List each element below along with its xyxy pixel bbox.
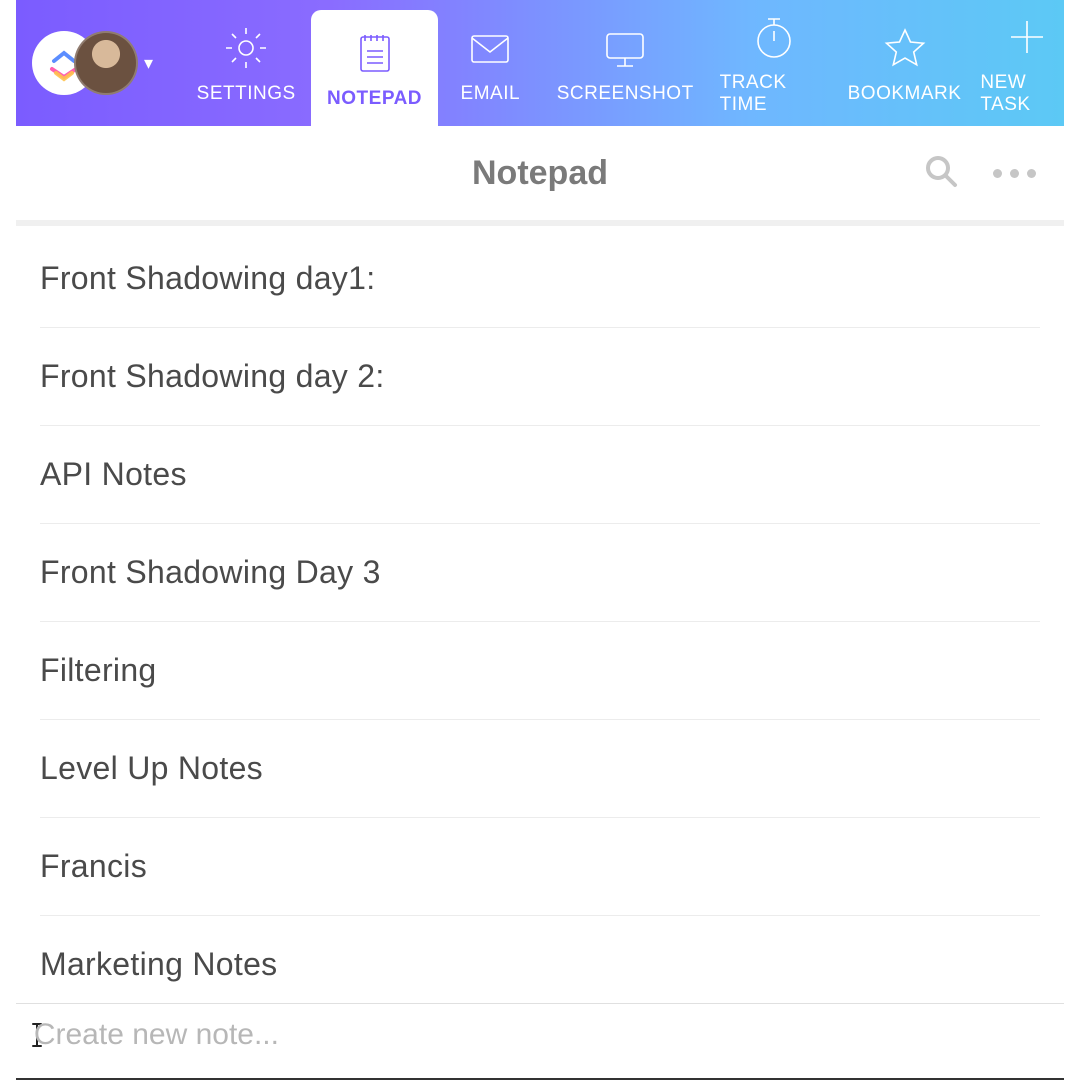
tab-label: NOTEPAD	[327, 88, 422, 110]
tab-screenshot[interactable]: SCREENSHOT	[543, 0, 708, 126]
monitor-icon	[598, 21, 652, 75]
note-title: Level Up Notes	[40, 750, 263, 786]
note-item[interactable]: Francis	[40, 818, 1040, 916]
tab-email[interactable]: EMAIL	[438, 0, 543, 126]
more-icon[interactable]	[993, 169, 1036, 178]
note-item[interactable]: Front Shadowing day1:	[40, 226, 1040, 328]
tab-label: SETTINGS	[197, 83, 296, 105]
note-item[interactable]: Front Shadowing Day 3	[40, 524, 1040, 622]
plus-icon	[1000, 10, 1054, 64]
page-subheader: Notepad	[16, 126, 1064, 226]
envelope-icon	[463, 21, 517, 75]
subheader-actions	[923, 153, 1036, 194]
notepad-icon	[348, 26, 402, 80]
tab-label: EMAIL	[461, 83, 521, 105]
tab-label: SCREENSHOT	[557, 83, 694, 105]
note-title: API Notes	[40, 456, 187, 492]
tab-tracktime[interactable]: TRACK TIME	[708, 0, 841, 126]
app-header: ▾ SETTINGS NOTEPAD EMAIL	[16, 0, 1064, 126]
note-item[interactable]: Filtering	[40, 622, 1040, 720]
note-title: Front Shadowing Day 3	[40, 554, 381, 590]
note-item[interactable]: Level Up Notes	[40, 720, 1040, 818]
header-nav: SETTINGS NOTEPAD EMAIL SCREENSHOT	[181, 0, 1080, 126]
create-note-input[interactable]	[34, 1018, 1054, 1052]
tab-settings[interactable]: SETTINGS	[181, 0, 311, 126]
brand-cluster[interactable]: ▾	[32, 31, 153, 95]
note-item[interactable]: Front Shadowing day 2:	[40, 328, 1040, 426]
chevron-down-icon[interactable]: ▾	[144, 53, 153, 74]
user-avatar[interactable]	[74, 31, 138, 95]
note-title: Front Shadowing day1:	[40, 260, 375, 296]
stopwatch-icon	[747, 10, 801, 64]
tab-label: NEW TASK	[980, 72, 1072, 116]
tab-label: TRACK TIME	[720, 72, 829, 116]
note-title: Filtering	[40, 652, 157, 688]
note-item[interactable]: Marketing Notes	[40, 916, 1040, 1014]
star-icon	[878, 21, 932, 75]
note-title: Front Shadowing day 2:	[40, 358, 385, 394]
note-title: Francis	[40, 848, 147, 884]
create-note-bar	[16, 1003, 1064, 1080]
tab-bookmark[interactable]: BOOKMARK	[841, 0, 969, 126]
tab-notepad[interactable]: NOTEPAD	[311, 10, 438, 126]
note-title: Marketing Notes	[40, 946, 277, 982]
gear-icon	[219, 21, 273, 75]
note-item[interactable]: API Notes	[40, 426, 1040, 524]
search-icon[interactable]	[923, 153, 959, 194]
note-list: Front Shadowing day1: Front Shadowing da…	[16, 226, 1064, 1014]
tab-newtask[interactable]: NEW TASK	[968, 0, 1080, 126]
tab-label: BOOKMARK	[848, 83, 962, 105]
page-title: Notepad	[472, 154, 608, 193]
